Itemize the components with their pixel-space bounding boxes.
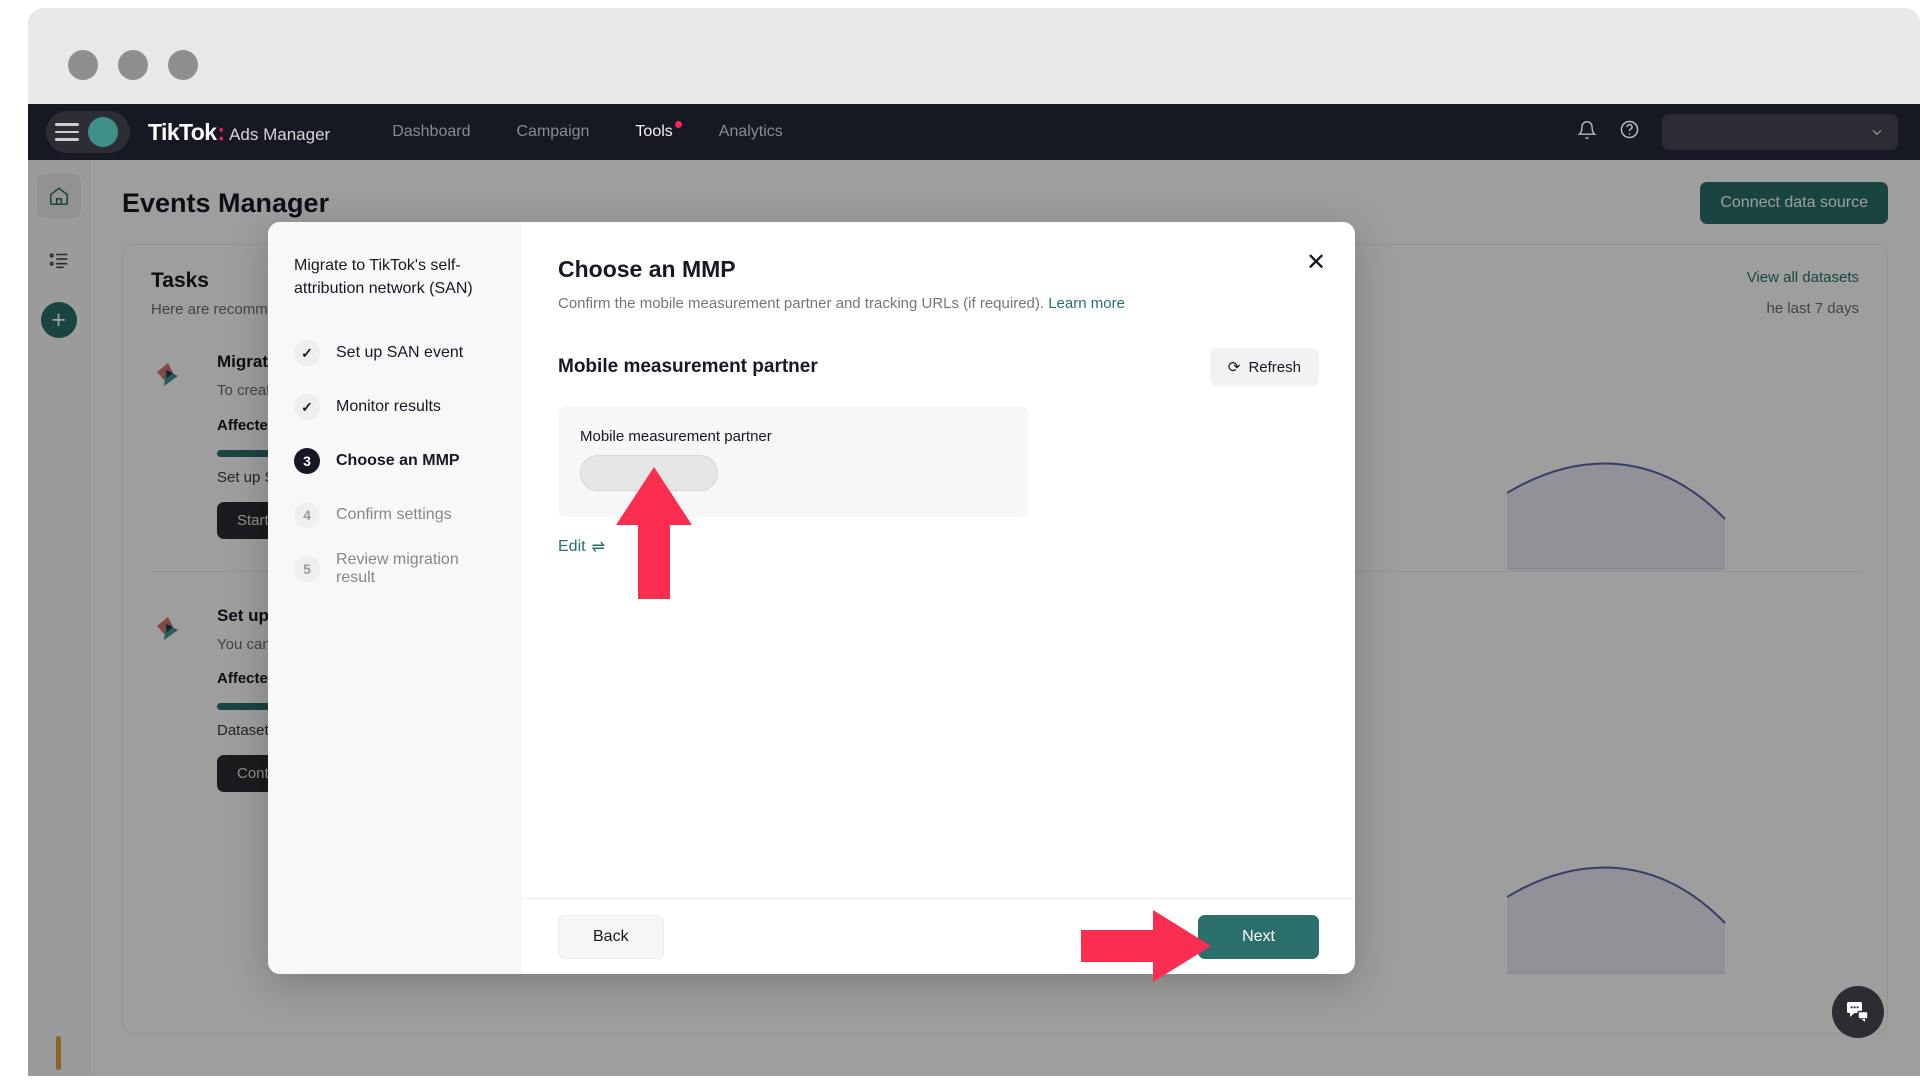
edit-label: Edit	[558, 538, 586, 555]
nav-item-analytics[interactable]: Analytics	[719, 123, 783, 141]
modal-subtitle-text: Confirm the mobile measurement partner a…	[558, 295, 1045, 312]
nav-item-campaign[interactable]: Campaign	[516, 123, 589, 141]
close-icon[interactable]: ✕	[1303, 250, 1329, 276]
notification-dot-icon	[674, 121, 682, 128]
nav-right-group	[1577, 114, 1920, 150]
step-badge-5: 5	[294, 556, 320, 583]
modal-subtitle: Confirm the mobile measurement partner a…	[558, 295, 1319, 312]
connect-data-source-button[interactable]: Connect data source	[1700, 182, 1888, 224]
window-minimize-button[interactable]	[118, 50, 148, 80]
step-badge-4: 4	[294, 502, 320, 529]
mmp-field-label: Mobile measurement partner	[580, 428, 772, 445]
modal-step-sidebar: Migrate to TikTok's self-attribution net…	[268, 222, 522, 974]
nav-links: Dashboard Campaign Tools Analytics	[392, 121, 783, 141]
back-button[interactable]: Back	[558, 914, 664, 959]
task-star-icon	[151, 352, 195, 539]
step-label: Monitor results	[336, 398, 441, 416]
step-item-set-up-san-event[interactable]: ✓ Set up SAN event	[294, 326, 496, 380]
modal-title: Choose an MMP	[558, 256, 736, 282]
nav-item-tools-label: Tools	[635, 123, 673, 140]
window-maximize-button[interactable]	[168, 50, 198, 80]
list-icon	[49, 253, 67, 269]
step-badge-check-icon: ✓	[294, 394, 320, 421]
browser-titlebar	[28, 8, 1920, 104]
learn-more-link[interactable]: Learn more	[1048, 295, 1125, 312]
background-chart-bottom	[1507, 866, 1726, 974]
page-title: Events Manager	[122, 187, 330, 218]
task-star-icon	[151, 606, 195, 793]
nav-item-dashboard[interactable]: Dashboard	[392, 123, 470, 141]
annotation-arrow-up	[616, 467, 692, 599]
left-rail: +	[28, 160, 90, 1076]
rail-scrollbar[interactable]	[56, 1036, 61, 1070]
brand-logo: TikTok : Ads Manager	[148, 119, 330, 146]
home-icon	[49, 187, 68, 206]
top-navigation-bar: TikTok : Ads Manager Dashboard Campaign …	[28, 104, 1920, 160]
menu-and-avatar-group[interactable]	[46, 111, 130, 153]
next-button[interactable]: Next	[1198, 914, 1319, 959]
rail-item-datasets[interactable]	[37, 238, 81, 282]
step-label: Set up SAN event	[336, 344, 464, 362]
step-label: Confirm settings	[336, 506, 452, 524]
swap-icon: ⇌	[591, 539, 605, 556]
refresh-label: Refresh	[1248, 358, 1301, 376]
hamburger-menu-icon[interactable]	[55, 123, 79, 141]
step-item-choose-an-mmp[interactable]: 3 Choose an MMP	[294, 434, 496, 488]
page-header: Events Manager Connect data source	[122, 182, 1888, 224]
chevron-down-icon	[1872, 129, 1882, 136]
modal-footer: Back Next	[522, 898, 1355, 974]
window-close-button[interactable]	[68, 50, 98, 80]
section-header: Mobile measurement partner ⟳ Refresh	[558, 348, 1319, 386]
avatar[interactable]	[88, 117, 118, 147]
brand-colon: :	[217, 118, 226, 145]
step-list: ✓ Set up SAN event ✓ Monitor results 3 C…	[294, 326, 496, 596]
browser-window: TikTok : Ads Manager Dashboard Campaign …	[28, 8, 1920, 1076]
nav-item-tools[interactable]: Tools	[635, 121, 682, 141]
rail-add-button[interactable]: +	[40, 302, 77, 338]
step-label: Review migration result	[336, 551, 459, 587]
refresh-icon: ⟳	[1227, 359, 1241, 376]
step-label: Choose an MMP	[336, 452, 460, 470]
annotation-arrow-right	[1081, 910, 1211, 982]
date-range-note: he last 7 days	[1766, 300, 1859, 317]
account-selector[interactable]	[1662, 114, 1898, 150]
screenshot-root: TikTok : Ads Manager Dashboard Campaign …	[0, 0, 1920, 1080]
edit-link[interactable]: Edit ⇌	[558, 537, 605, 557]
rail-item-home[interactable]	[36, 174, 81, 218]
chat-bubble-icon	[1847, 1002, 1869, 1022]
help-icon[interactable]	[1619, 119, 1640, 145]
view-all-datasets-link[interactable]: View all datasets	[1747, 269, 1859, 286]
step-item-confirm-settings[interactable]: 4 Confirm settings	[294, 488, 496, 542]
step-badge-3: 3	[294, 448, 320, 475]
choose-mmp-modal: Migrate to TikTok's self-attribution net…	[268, 222, 1355, 974]
section-title: Mobile measurement partner	[558, 356, 818, 377]
brand-name: TikTok	[148, 118, 217, 145]
flow-title: Migrate to TikTok's self-attribution net…	[294, 257, 473, 298]
bell-icon[interactable]	[1577, 120, 1597, 145]
step-item-review-migration-result[interactable]: 5 Review migration result	[294, 542, 496, 596]
step-badge-check-icon: ✓	[294, 340, 320, 367]
step-item-monitor-results[interactable]: ✓ Monitor results	[294, 380, 496, 434]
refresh-button[interactable]: ⟳ Refresh	[1209, 348, 1319, 386]
brand-suffix: Ads Manager	[229, 124, 331, 144]
chat-support-button[interactable]	[1832, 986, 1884, 1038]
app-viewport: TikTok : Ads Manager Dashboard Campaign …	[28, 104, 1920, 1076]
